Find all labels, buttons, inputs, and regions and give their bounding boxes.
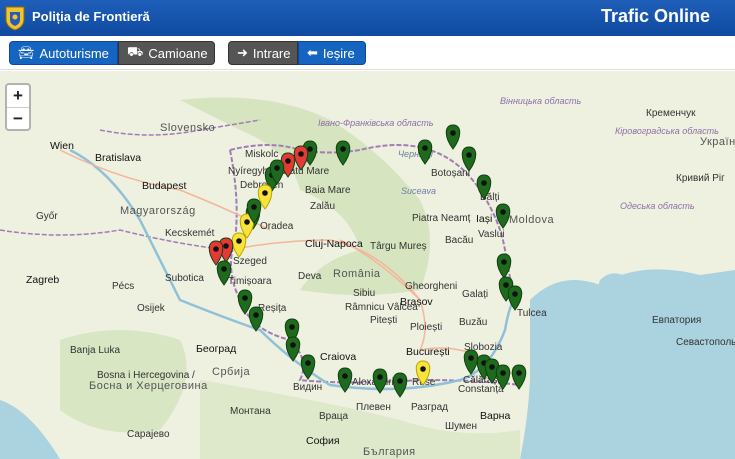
toolbar: 🚘︎ Autoturisme ⛟ Camioane ➜ Intrare ⬅ Ie… — [0, 36, 735, 70]
intrare-label: Intrare — [252, 45, 291, 61]
border-crossing-marker-g[interactable] — [337, 367, 353, 393]
arrow-left-icon: ⬅ — [307, 45, 318, 60]
border-crossing-marker-g[interactable] — [445, 124, 461, 150]
arrow-right-icon: ➜ — [237, 45, 248, 60]
iesire-label: Ieșire — [322, 45, 355, 61]
border-crossing-marker-g[interactable] — [495, 203, 511, 229]
zoom-in-button[interactable]: + — [7, 85, 29, 107]
border-crossing-marker-g[interactable] — [511, 364, 527, 390]
border-crossing-marker-g[interactable] — [496, 253, 512, 279]
border-crossing-marker-g[interactable] — [461, 146, 477, 172]
coat-of-arms-icon — [5, 6, 25, 31]
iesire-button[interactable]: ⬅ Ieșire — [298, 41, 366, 65]
border-crossing-marker-y[interactable] — [415, 360, 431, 386]
intrare-button[interactable]: ➜ Intrare — [228, 41, 298, 65]
car-icon: 🚘︎ — [18, 45, 35, 60]
border-crossing-marker-g[interactable] — [507, 285, 523, 311]
border-crossing-marker-g[interactable] — [216, 260, 232, 286]
border-crossing-marker-y[interactable] — [231, 232, 247, 258]
border-crossing-marker-g[interactable] — [417, 139, 433, 165]
border-crossing-marker-r[interactable] — [293, 145, 309, 171]
zoom-out-button[interactable]: − — [7, 107, 29, 129]
app-title: Poliția de Frontieră — [32, 9, 150, 24]
border-crossing-marker-g[interactable] — [335, 140, 351, 166]
border-crossing-marker-g[interactable] — [392, 372, 408, 398]
border-crossing-marker-g[interactable] — [495, 364, 511, 390]
camioane-button[interactable]: ⛟ Camioane — [118, 41, 215, 65]
app-header: Poliția de Frontieră Trafic Online — [0, 0, 735, 36]
autoturisme-label: Autoturisme — [39, 45, 109, 61]
border-crossing-marker-g[interactable] — [476, 174, 492, 200]
autoturisme-button[interactable]: 🚘︎ Autoturisme — [9, 41, 118, 65]
border-crossing-marker-g[interactable] — [248, 306, 264, 332]
map[interactable]: Slovensko Magyarország România Moldova С… — [0, 71, 735, 459]
markers-layer — [208, 124, 527, 398]
border-crossing-marker-g[interactable] — [285, 336, 301, 362]
truck-icon: ⛟ — [127, 44, 144, 59]
page-title: Trafic Online — [600, 6, 710, 26]
border-crossing-marker-g[interactable] — [463, 349, 479, 375]
border-crossing-marker-g[interactable] — [300, 354, 316, 380]
zoom-control: + − — [5, 83, 31, 131]
border-crossing-marker-g[interactable] — [372, 368, 388, 394]
camioane-label: Camioane — [148, 45, 208, 61]
